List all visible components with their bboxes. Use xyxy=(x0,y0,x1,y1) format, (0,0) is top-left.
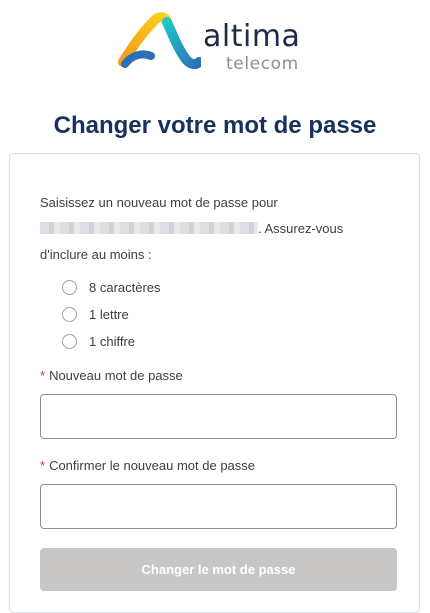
masked-username xyxy=(40,222,258,234)
brand-name: altima xyxy=(203,19,301,54)
change-password-card: Saisissez un nouveau mot de passe pour .… xyxy=(9,153,420,613)
intro-line-1: Saisissez un nouveau mot de passe pour xyxy=(40,195,278,210)
requirement-label: 1 chiffre xyxy=(89,334,136,349)
requirement-label: 8 caractères xyxy=(89,280,161,295)
requirement-label: 1 lettre xyxy=(89,307,129,322)
confirm-password-label: * Confirmer le nouveau mot de passe xyxy=(40,458,256,473)
new-password-input[interactable] xyxy=(40,394,397,439)
requirement-item: 1 chiffre xyxy=(62,328,161,355)
requirement-circle-icon xyxy=(62,334,77,349)
required-mark: * xyxy=(40,458,46,473)
required-mark: * xyxy=(40,368,46,383)
new-password-label: * Nouveau mot de passe xyxy=(40,368,183,383)
confirm-password-input[interactable] xyxy=(40,484,397,529)
intro-text: Saisissez un nouveau mot de passe pour .… xyxy=(40,190,390,268)
change-password-button[interactable]: Changer le mot de passe xyxy=(40,548,397,591)
brand-logo: altima telecom xyxy=(115,12,315,74)
intro-line-2: . Assurez-vous xyxy=(258,221,344,236)
page-title: Changer votre mot de passe xyxy=(53,112,377,139)
requirement-item: 1 lettre xyxy=(62,301,161,328)
password-requirements: 8 caractères 1 lettre 1 chiffre xyxy=(62,274,161,355)
altima-logo-icon xyxy=(118,12,201,70)
brand-subname: telecom xyxy=(226,54,299,74)
intro-line-3: d'inclure au moins : xyxy=(40,247,152,262)
requirement-circle-icon xyxy=(62,280,77,295)
requirement-circle-icon xyxy=(62,307,77,322)
requirement-item: 8 caractères xyxy=(62,274,161,301)
